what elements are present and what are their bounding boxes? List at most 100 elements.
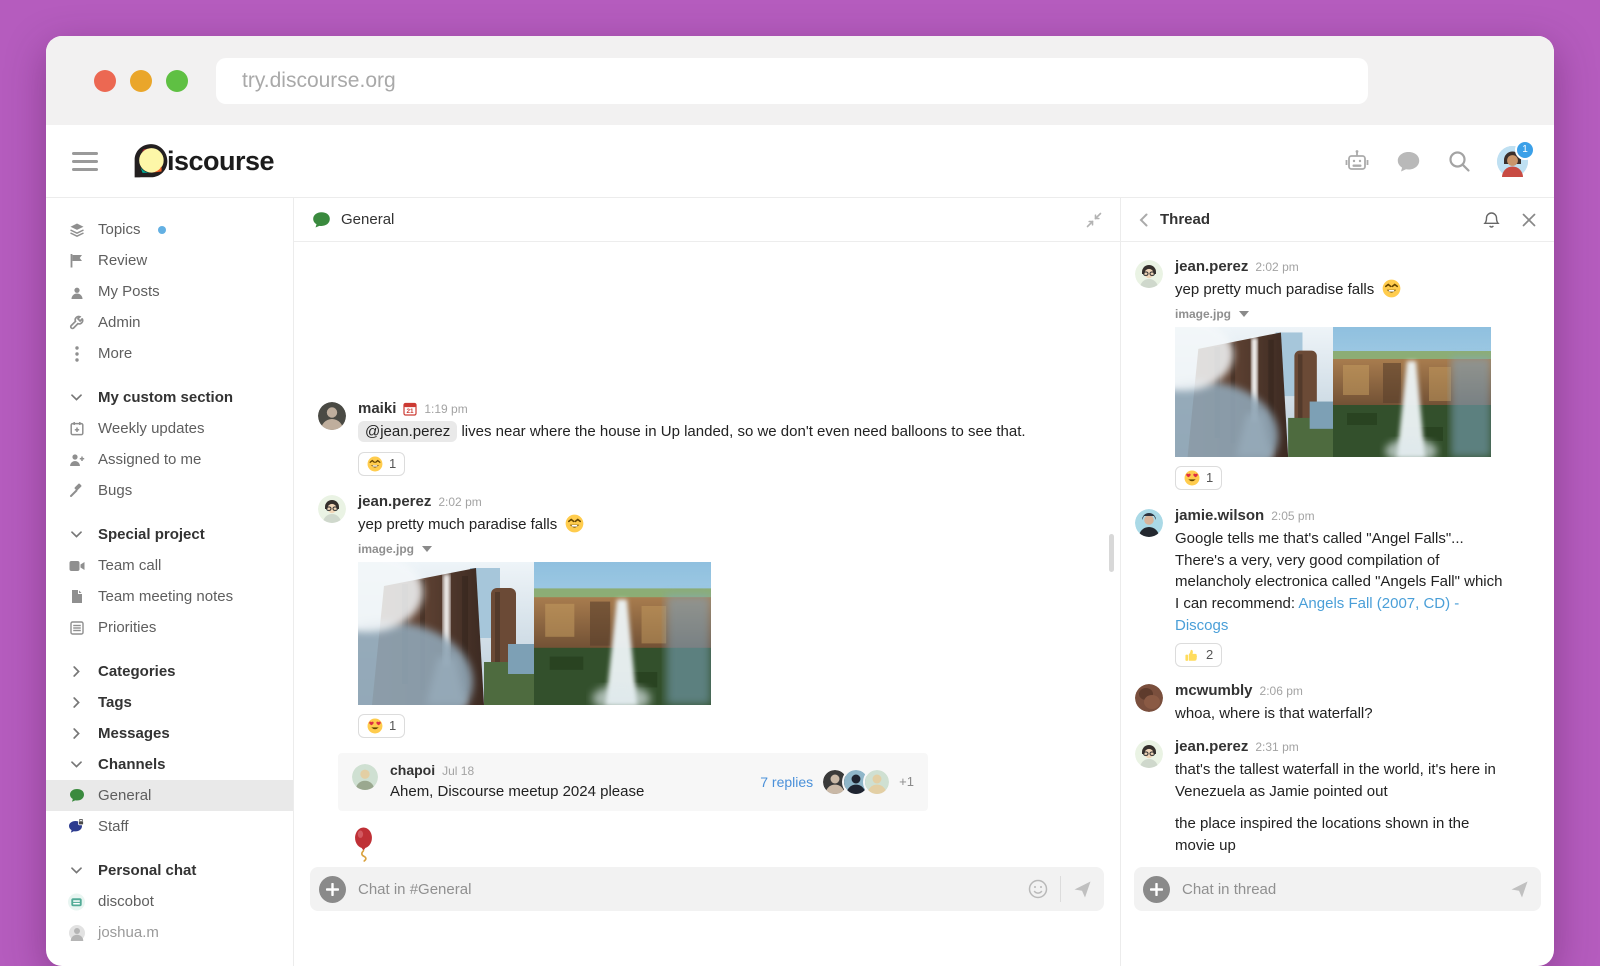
attached-images[interactable]: [1175, 327, 1491, 457]
balloon-emoji: [352, 827, 375, 862]
waterfall-image-2[interactable]: [534, 562, 711, 705]
sidebar-channel-general[interactable]: General: [46, 780, 293, 811]
message-text: Google tells me that's called "Angel Fal…: [1175, 528, 1507, 637]
browser-chrome: try.discourse.org: [46, 36, 1554, 125]
sidebar-item-topics[interactable]: Topics: [46, 214, 293, 245]
waterfall-image-1[interactable]: [1175, 327, 1333, 457]
send-icon[interactable]: [1510, 880, 1529, 899]
sidebar-section-personal-chat[interactable]: Personal chat: [46, 855, 293, 886]
reaction-thumbs-up[interactable]: 2: [1175, 643, 1222, 667]
mention-pill[interactable]: @jean.perez: [358, 421, 457, 442]
sidebar-item-assigned-to-me[interactable]: Assigned to me: [46, 444, 293, 475]
sidebar-item-more[interactable]: More: [46, 338, 293, 369]
sidebar-section-special-project[interactable]: Special project: [46, 519, 293, 550]
waterfall-image-2[interactable]: [1333, 327, 1491, 457]
add-attachment-button[interactable]: [1143, 876, 1170, 903]
layers-icon: [68, 222, 85, 238]
collapse-panel-icon[interactable]: [1086, 212, 1102, 228]
close-icon[interactable]: [1522, 213, 1536, 227]
gavel-icon: [68, 483, 85, 498]
attached-images[interactable]: [358, 562, 711, 705]
sidebar-item-my-posts[interactable]: My Posts: [46, 276, 293, 307]
emoji-picker-icon[interactable]: [1028, 879, 1048, 899]
username[interactable]: jean.perez: [1175, 258, 1248, 275]
attachment-toggle[interactable]: image.jpg: [358, 542, 711, 556]
caret-down-icon: [422, 546, 432, 552]
sidebar-section-tags[interactable]: Tags: [46, 687, 293, 718]
user-avatar-small: [68, 925, 85, 941]
username[interactable]: jamie.wilson: [1175, 507, 1264, 524]
sidebar-item-review[interactable]: Review: [46, 245, 293, 276]
avatar[interactable]: [318, 495, 346, 523]
sidebar-item-weekly-updates[interactable]: Weekly updates: [46, 413, 293, 444]
message-text: whoa, where is that waterfall?: [1175, 703, 1373, 725]
sidebar-item-discobot[interactable]: discobot: [46, 886, 293, 917]
sidebar-section-channels[interactable]: Channels: [46, 749, 293, 780]
add-attachment-button[interactable]: [319, 876, 346, 903]
replies-link[interactable]: 7 replies: [760, 774, 813, 790]
thread-title: Thread: [1160, 211, 1210, 228]
sidebar-item-team-call[interactable]: Team call: [46, 550, 293, 581]
chat-icon[interactable]: [1396, 150, 1421, 173]
username[interactable]: chapoi: [390, 762, 435, 778]
composer-placeholder[interactable]: Chat in thread: [1182, 881, 1498, 898]
chevron-right-icon: [68, 728, 85, 739]
url-text: try.discourse.org: [242, 69, 396, 93]
sidebar-item-label: Priorities: [98, 619, 156, 636]
reaction-heart-eyes[interactable]: 1: [1175, 466, 1222, 490]
avatar[interactable]: [1135, 740, 1163, 768]
thread-composer[interactable]: Chat in thread: [1134, 867, 1541, 911]
message-text: yep pretty much paradise falls: [1175, 279, 1491, 301]
username[interactable]: jean.perez: [358, 493, 431, 510]
bell-icon[interactable]: [1483, 211, 1500, 229]
username[interactable]: jean.perez: [1175, 738, 1248, 755]
discourse-logo-icon: [132, 142, 170, 180]
search-icon[interactable]: [1447, 149, 1471, 173]
reaction-laughing[interactable]: 1: [358, 452, 405, 476]
waterfall-image-1[interactable]: [358, 562, 534, 705]
attachment-toggle[interactable]: image.jpg: [1175, 307, 1491, 321]
laughing-emoji: [367, 456, 383, 472]
maximize-window-button[interactable]: [166, 70, 188, 92]
sidebar-item-label: Admin: [98, 314, 141, 331]
channel-composer[interactable]: Chat in #General: [310, 867, 1104, 911]
thread-summary-card[interactable]: chapoi Jul 18 Ahem, Discourse meetup 202…: [338, 753, 928, 812]
close-window-button[interactable]: [94, 70, 116, 92]
back-icon[interactable]: [1139, 213, 1148, 227]
section-title: Messages: [98, 725, 170, 742]
discourse-logo[interactable]: iscourse: [132, 142, 274, 180]
thread-message-jean-perez-2: jean.perez 2:31 pm that's the tallest wa…: [1135, 738, 1540, 856]
user-avatar[interactable]: 1: [1497, 146, 1528, 177]
video-icon: [68, 560, 85, 572]
reaction-heart-eyes[interactable]: 1: [358, 714, 405, 738]
avatar[interactable]: [352, 764, 378, 790]
thread-message-mcwumbly: mcwumbly 2:06 pm whoa, where is that wat…: [1135, 682, 1540, 725]
sidebar-section-categories[interactable]: Categories: [46, 656, 293, 687]
composer-placeholder[interactable]: Chat in #General: [358, 881, 1016, 898]
bot-icon[interactable]: [1344, 149, 1370, 173]
sidebar-item-admin[interactable]: Admin: [46, 307, 293, 338]
username[interactable]: maiki: [358, 400, 396, 417]
sidebar-item-bugs[interactable]: Bugs: [46, 475, 293, 506]
username[interactable]: mcwumbly: [1175, 682, 1253, 699]
avatar[interactable]: [1135, 684, 1163, 712]
sidebar-item-team-meeting-notes[interactable]: Team meeting notes: [46, 581, 293, 612]
sidebar-item-label: Weekly updates: [98, 420, 204, 437]
sidebar-section-my-custom-section[interactable]: My custom section: [46, 382, 293, 413]
avatar[interactable]: [1135, 509, 1163, 537]
send-icon[interactable]: [1073, 880, 1092, 899]
sidebar-channel-staff[interactable]: Staff: [46, 811, 293, 842]
minimize-window-button[interactable]: [130, 70, 152, 92]
hamburger-menu-icon[interactable]: [72, 152, 98, 171]
url-bar[interactable]: try.discourse.org: [216, 58, 1368, 104]
sidebar-item-joshua-m[interactable]: joshua.m: [46, 917, 293, 948]
scrollbar-thumb[interactable]: [1109, 534, 1114, 572]
sidebar-item-priorities[interactable]: Priorities: [46, 612, 293, 643]
timestamp: 2:05 pm: [1271, 509, 1314, 523]
window-controls: [94, 70, 188, 92]
avatar[interactable]: [318, 402, 346, 430]
laughing-emoji: [565, 514, 584, 533]
sidebar-section-messages[interactable]: Messages: [46, 718, 293, 749]
file-icon: [68, 589, 85, 604]
avatar[interactable]: [1135, 260, 1163, 288]
